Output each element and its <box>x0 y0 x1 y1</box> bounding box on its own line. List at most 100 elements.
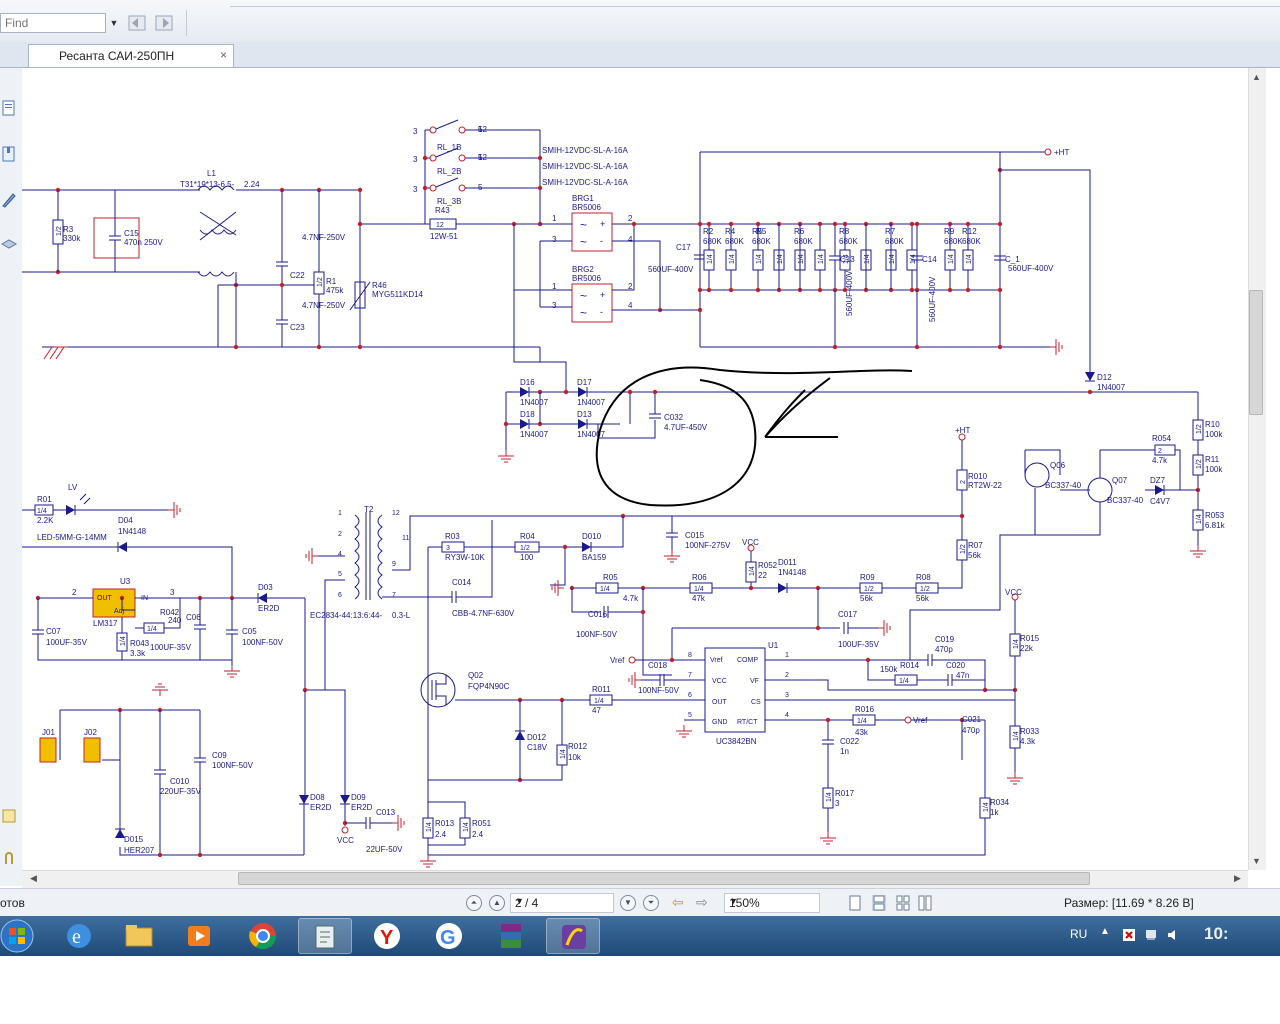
find-input[interactable] <box>0 13 106 33</box>
label-c15-v: 470n 250V <box>124 238 163 247</box>
label-r680: 680K <box>962 237 981 246</box>
tab-close-icon[interactable]: × <box>220 48 227 62</box>
vertical-scroll-thumb[interactable] <box>1249 290 1263 415</box>
resistor-rating: 1/2 <box>960 544 967 554</box>
label-r04-v: 100 <box>520 553 534 562</box>
find-next-icon[interactable] <box>153 12 175 34</box>
first-page-icon[interactable]: ⏶ <box>466 895 482 911</box>
transformer-secondary <box>377 514 383 600</box>
resistor-rating: 1/4 <box>560 749 567 759</box>
taskbar-media-player-icon[interactable] <box>172 918 226 954</box>
label-brg2-v: BR5006 <box>572 274 601 283</box>
label-r013-v: 2.4 <box>435 830 447 839</box>
taskbar-pdf-viewer-icon[interactable] <box>298 918 352 954</box>
label-vref: Vref <box>710 657 723 664</box>
bookmarks-icon[interactable] <box>1 146 17 162</box>
label-c13: C13 <box>840 255 855 264</box>
port-terminal <box>429 154 437 162</box>
label-gnd: GND <box>712 719 728 726</box>
label-rl1: RL_1B <box>437 143 461 152</box>
facing-continuous-view-icon[interactable] <box>918 895 932 911</box>
taskbar-google-icon[interactable]: G <box>422 918 476 954</box>
find-dropdown-icon[interactable]: ▼ <box>108 14 120 32</box>
document-canvas[interactable]: 1/2 R3 330k C15 470n 250V L1 T31*19*13-6.5- 2.2… <box>22 68 1248 870</box>
zoom-dropdown-icon[interactable]: ▼ <box>729 896 816 906</box>
taskbar-ie-icon[interactable]: e <box>52 918 106 954</box>
label-r3: R3 <box>63 225 74 234</box>
page-dropdown-icon[interactable]: ▼ <box>515 896 610 906</box>
taskbar-explorer-icon[interactable] <box>112 918 166 954</box>
label-c17-v: 560UF-400V <box>648 265 694 274</box>
previous-page-icon[interactable]: ▲ <box>489 895 505 911</box>
scroll-left-icon[interactable]: ◀ <box>30 873 37 884</box>
junction-dot <box>697 307 703 313</box>
next-page-icon[interactable]: ▼ <box>620 895 636 911</box>
start-button-icon[interactable] <box>0 917 38 955</box>
action-center-icon[interactable] <box>1122 928 1136 942</box>
label-pins: 5 <box>478 153 483 162</box>
single-page-view-icon[interactable] <box>848 895 862 911</box>
language-indicator[interactable]: RU <box>1070 927 1087 941</box>
scroll-up-icon[interactable]: ▲ <box>1252 72 1261 82</box>
junction-dot <box>959 513 965 519</box>
hand-drawn-circle <box>595 366 913 507</box>
vertical-scrollbar[interactable] <box>1248 68 1266 870</box>
attachments-icon[interactable] <box>1 852 17 868</box>
resistor <box>956 469 968 491</box>
facing-view-icon[interactable] <box>896 895 910 911</box>
ic-pin-number: 5 <box>688 712 692 719</box>
continuous-view-icon[interactable] <box>872 895 886 911</box>
label-r07-v: 56k <box>968 551 982 560</box>
scroll-right-icon[interactable]: ▶ <box>1234 873 1241 884</box>
label-u3-v: LM317 <box>93 619 118 628</box>
label-d16: D16 <box>520 378 535 387</box>
forward-icon[interactable]: ⇨ <box>696 894 708 911</box>
notes-icon[interactable] <box>1 808 17 824</box>
taskbar-app-icon[interactable] <box>546 918 600 954</box>
label-pins: 4 <box>628 301 633 310</box>
clock[interactable]: 10: <box>1204 924 1229 944</box>
label-pins: 1 <box>552 282 557 291</box>
annotations-icon[interactable] <box>1 192 17 208</box>
last-page-icon[interactable]: ⏷ <box>643 895 659 911</box>
app-window: ▼ Ресанта САИ-250ПН × 1/2R3330kC15470n 2… <box>0 0 1280 1024</box>
port-terminal <box>429 126 437 134</box>
status-bar: отов ⏶ ▲ 2 / 4 ▼ ▼ ⏷ ⇦ ⇨ 150% ▼ Размер: … <box>0 888 1280 917</box>
layers-icon[interactable] <box>1 236 17 252</box>
label-c010-v: 220UF-35V <box>160 787 202 796</box>
label-r680: 680K <box>885 237 904 246</box>
label-brg1-v: BR5006 <box>572 203 601 212</box>
label-c022-v: 1n <box>840 747 849 756</box>
tab-document[interactable]: Ресанта САИ-250ПН × <box>28 44 234 67</box>
resistor-rating: 1/2 <box>1196 459 1203 469</box>
network-icon[interactable] <box>1144 928 1158 942</box>
taskbar-yandex-icon[interactable]: Y <box>360 918 414 954</box>
label-c15: C15 <box>124 229 139 238</box>
capacitor-rating-c14: 560UF-400V <box>928 276 937 322</box>
label-r07: R07 <box>968 541 983 550</box>
label-r6: R6 <box>794 227 805 236</box>
page-number-field[interactable]: 2 / 4 ▼ <box>510 893 614 913</box>
volume-icon[interactable] <box>1166 928 1180 942</box>
find-previous-icon[interactable] <box>126 12 148 34</box>
resistor-rating: 1/2 <box>1196 424 1203 434</box>
label-t2: T2 <box>364 505 374 514</box>
left-panel-strip <box>0 68 23 886</box>
label-d4007: 1N4007 <box>577 430 606 439</box>
zoom-field[interactable]: 150% ▼ <box>724 893 820 913</box>
label-c05-v: 100NF-50V <box>242 638 284 647</box>
taskbar-winrar-icon[interactable] <box>484 918 538 954</box>
resistor-rating: 1/4 <box>889 254 896 264</box>
taskbar-chrome-icon[interactable] <box>236 918 290 954</box>
resistor-rating: 1/4 <box>966 254 973 264</box>
label-r3: 3 <box>413 185 418 194</box>
label-r01: R01 <box>37 495 52 504</box>
scroll-down-icon[interactable]: ▼ <box>1252 856 1261 866</box>
bridge-rectifier <box>571 283 613 323</box>
pages-icon[interactable] <box>1 100 17 116</box>
back-icon[interactable]: ⇦ <box>672 894 684 911</box>
tray-expand-icon[interactable]: ▲ <box>1100 926 1110 937</box>
label-c23: C23 <box>290 323 305 332</box>
horizontal-scroll-thumb[interactable] <box>238 872 1090 885</box>
label-d03: D03 <box>258 583 273 592</box>
